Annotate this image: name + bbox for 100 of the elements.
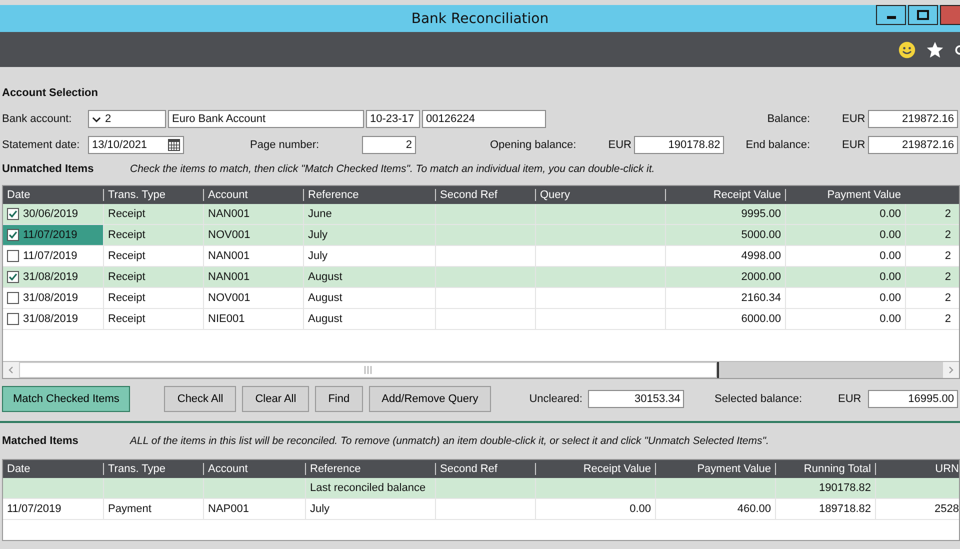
table-row[interactable]: 11/07/2019 Payment NAP001 July 0.00 460.00 189718.82 2528 xyxy=(3,499,959,520)
field-label: Page number: xyxy=(250,139,320,151)
table-cell: Receipt xyxy=(103,204,203,224)
minimize-button[interactable] xyxy=(876,5,906,25)
column-header[interactable]: Receipt Value xyxy=(665,189,785,201)
checkbox[interactable] xyxy=(7,250,19,262)
table-cell: August xyxy=(303,309,435,329)
star-icon[interactable] xyxy=(926,40,944,58)
table-cell: 2 xyxy=(905,225,955,245)
currency-label: EUR xyxy=(842,139,866,151)
table-cell: July xyxy=(303,246,435,266)
table-cell: Payment xyxy=(103,499,203,519)
table-cell: 0.00 xyxy=(785,246,905,266)
table-cell: NAP001 xyxy=(203,499,305,519)
opening-balance-field[interactable]: 190178.82 xyxy=(634,136,724,154)
column-header[interactable]: Query xyxy=(535,189,665,201)
table-cell: 2000.00 xyxy=(665,267,785,287)
field-label: End balance: xyxy=(746,139,810,151)
action-button[interactable]: Match Checked Items xyxy=(2,386,130,412)
column-header[interactable]: Trans. Type xyxy=(103,189,203,201)
date-cell: 11/07/2019 xyxy=(3,225,103,245)
table-cell: August xyxy=(303,267,435,287)
table-cell: Receipt xyxy=(103,288,203,308)
column-header[interactable]: Payment Value xyxy=(655,463,775,475)
table-cell: 4998.00 xyxy=(665,246,785,266)
table-cell: NAN001 xyxy=(203,246,303,266)
uncleared-field[interactable]: 30153.34 xyxy=(588,390,684,408)
table-cell: August xyxy=(303,288,435,308)
end-balance-field[interactable]: 219872.16 xyxy=(868,136,958,154)
table-cell: NAN001 xyxy=(203,204,303,224)
action-button[interactable]: Find xyxy=(315,386,363,412)
table-cell: Receipt xyxy=(103,267,203,287)
table-cell: 5000.00 xyxy=(665,225,785,245)
table-cell: 2 xyxy=(905,246,955,266)
maximize-button[interactable] xyxy=(908,5,938,25)
table-cell: July xyxy=(303,225,435,245)
table-row[interactable]: 30/06/2019 Receipt NAN001 June 9995.00 0.00 2 xyxy=(3,204,959,225)
column-header[interactable]: Reference xyxy=(303,189,435,201)
table-cell: 460.00 xyxy=(655,499,775,519)
table-row[interactable]: 11/07/2019 Receipt NOV001 July 5000.00 0.00 2 xyxy=(3,225,959,246)
column-header[interactable]: Running Total xyxy=(775,463,875,475)
table-row[interactable]: Last reconciled balance 190178.82 xyxy=(3,478,959,499)
field-label: Statement date: xyxy=(2,139,81,151)
account-name-field[interactable]: Euro Bank Account xyxy=(168,110,364,128)
column-header[interactable]: URN xyxy=(875,463,959,475)
column-header[interactable]: Date xyxy=(3,463,103,475)
checkbox[interactable] xyxy=(7,229,19,241)
grip-icon xyxy=(364,366,372,374)
checkbox[interactable] xyxy=(7,292,19,304)
instruction-text: Check the items to match, then click "Match Checked Items". To match an individual item, you can double-click it. xyxy=(130,163,655,175)
date-cell: 11/07/2019 xyxy=(3,246,103,266)
table-cell: 0.00 xyxy=(785,309,905,329)
currency-label: EUR xyxy=(842,113,866,125)
sort-code-field[interactable]: 10-23-17 xyxy=(366,110,420,128)
column-header[interactable]: Second Ref xyxy=(435,189,535,201)
table-cell: Receipt xyxy=(103,309,203,329)
calendar-icon[interactable] xyxy=(168,139,180,151)
action-button[interactable]: Clear All xyxy=(242,386,310,412)
checkbox[interactable] xyxy=(7,208,19,220)
table-cell: 0.00 xyxy=(785,288,905,308)
section-heading: Matched Items xyxy=(2,435,80,447)
column-header[interactable]: Trans. Type xyxy=(103,463,203,475)
table-cell: 0.00 xyxy=(785,204,905,224)
balance-field[interactable]: 219872.16 xyxy=(868,110,958,128)
close-button[interactable] xyxy=(940,5,960,25)
date-field[interactable]: 13/10/2021 xyxy=(88,136,184,154)
column-header[interactable]: Account xyxy=(203,463,305,475)
table-row[interactable]: 31/08/2019 Receipt NIE001 August 6000.00 0.00 2 xyxy=(3,309,959,330)
table-row[interactable]: 31/08/2019 Receipt NOV001 August 2160.34 0.00 2 xyxy=(3,288,959,309)
table-cell-text: 11/07/2019 xyxy=(6,502,62,517)
date-cell: 31/08/2019 xyxy=(3,288,103,308)
section-heading: Unmatched Items xyxy=(2,163,95,175)
action-button[interactable]: Check All xyxy=(164,386,236,412)
table-cell: 2 xyxy=(905,309,955,329)
column-header[interactable]: Date xyxy=(3,189,103,201)
page-number-field[interactable]: 2 xyxy=(362,136,416,154)
table-row[interactable]: 31/08/2019 Receipt NAN001 August 2000.00 0.00 2 xyxy=(3,267,959,288)
account-code-dropdown[interactable]: 2 xyxy=(88,110,166,128)
column-header[interactable]: Second Ref xyxy=(435,463,535,475)
column-header[interactable]: Account xyxy=(203,189,303,201)
field-label: Bank account: xyxy=(2,113,73,125)
account-number-field[interactable]: 00126224 xyxy=(422,110,546,128)
column-header[interactable]: Receipt Value xyxy=(535,463,655,475)
date-cell: 31/08/2019 xyxy=(3,267,103,287)
table-cell: NAN001 xyxy=(203,267,303,287)
column-header[interactable]: Payment Value xyxy=(785,189,905,201)
table-cell: Receipt xyxy=(103,225,203,245)
selected-balance-field[interactable]: 16995.00 xyxy=(868,390,958,408)
checkbox[interactable] xyxy=(7,313,19,325)
checkbox[interactable] xyxy=(7,271,19,283)
action-button[interactable]: Add/Remove Query xyxy=(368,386,492,412)
window-title: Bank Reconciliation xyxy=(411,10,549,26)
column-header[interactable]: Reference xyxy=(305,463,435,475)
table-cell: Last reconciled balance xyxy=(305,478,435,498)
table-cell: 2 xyxy=(905,288,955,308)
field-label: Selected balance: xyxy=(714,393,802,405)
table-cell: 2 xyxy=(905,267,955,287)
instruction-text: ALL of the items in this list will be reconciled. To remove (unmatch) an item double-click it, or select it and click "Unmatch Selected Items". xyxy=(130,435,769,447)
smiley-icon[interactable] xyxy=(898,40,916,58)
field-label: Opening balance: xyxy=(490,139,576,151)
